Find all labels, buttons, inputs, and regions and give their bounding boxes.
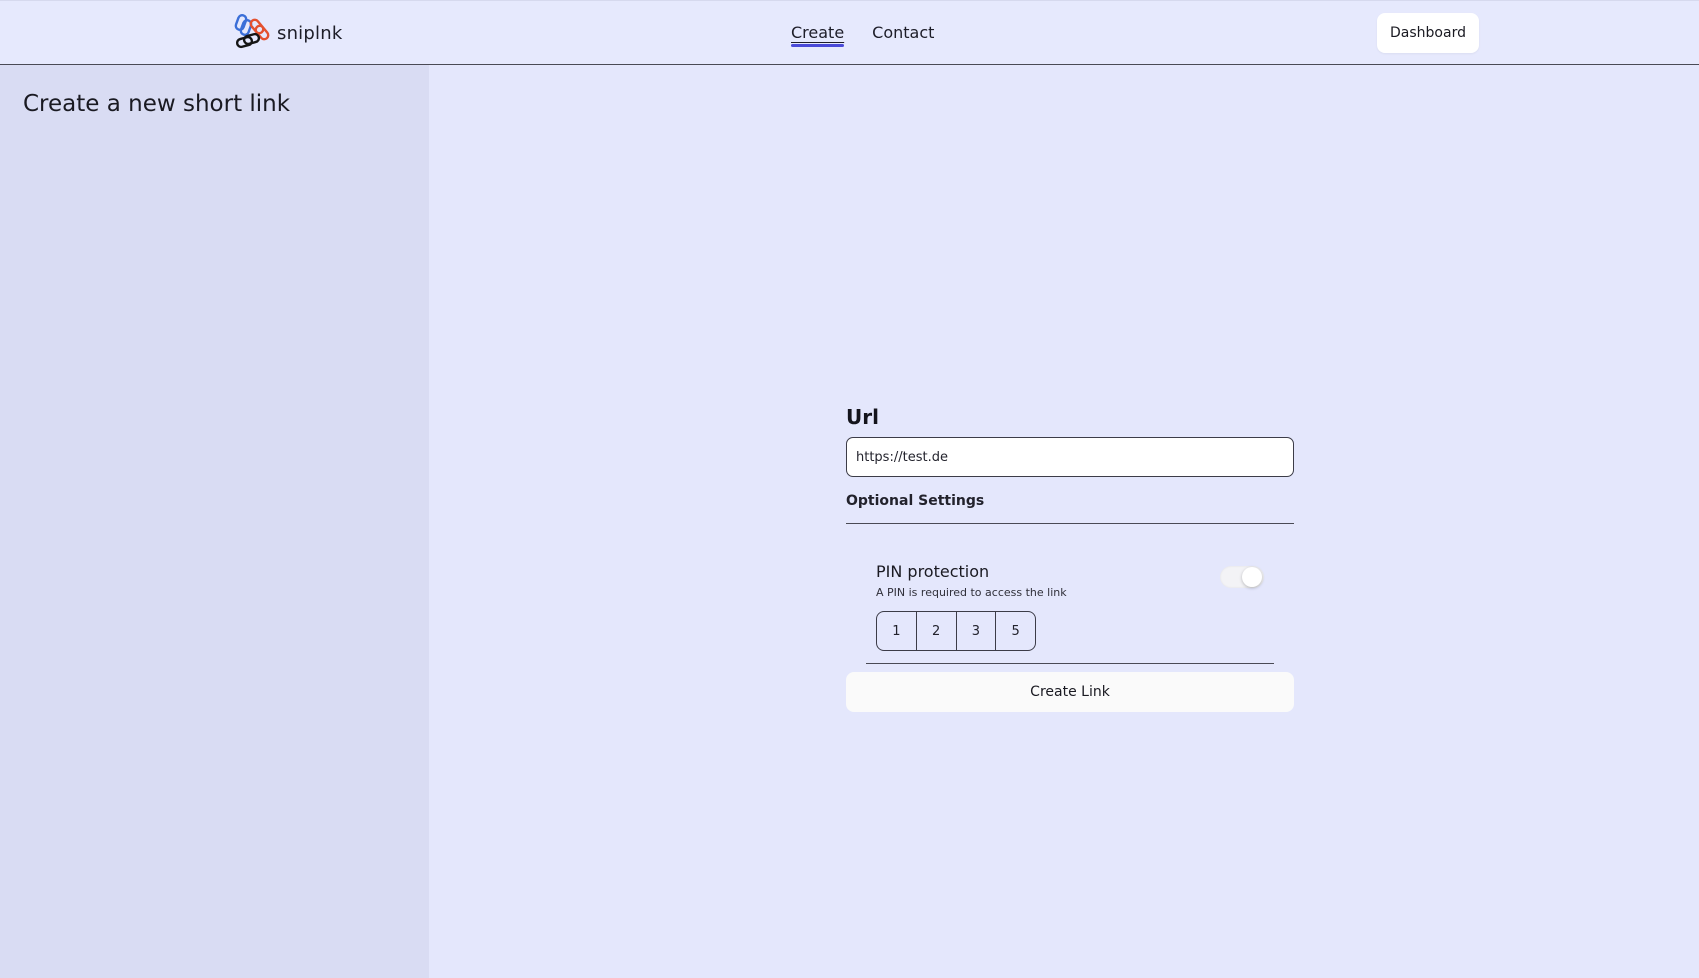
url-label: Url [846,405,879,429]
page-title: Create a new short link [23,91,291,117]
nav-create-link[interactable]: Create [791,23,845,47]
optional-settings-toggle[interactable]: Optional Settings [846,493,1294,524]
pin-protection-section: PIN protection A PIN is required to acce… [866,552,1274,664]
main-nav: Create Contact [791,23,934,47]
toggle-knob [1242,567,1262,587]
pin-digit-2[interactable]: 2 [917,612,957,650]
sidebar-panel: Create a new short link [0,65,429,978]
create-link-form: Url Optional Settings PIN protection A P… [846,405,1294,712]
url-input[interactable] [846,437,1294,477]
pin-digit-1[interactable]: 1 [877,612,917,650]
pin-digit-3[interactable]: 3 [957,612,997,650]
pin-digit-4[interactable]: 5 [996,612,1035,650]
brand-name: sniplnk [277,22,343,44]
dashboard-button[interactable]: Dashboard [1377,13,1479,53]
nav-contact-link[interactable]: Contact [872,23,934,42]
pin-protection-toggle[interactable] [1220,566,1264,588]
top-navbar: sniplnk Create Contact Dashboard [0,0,1699,65]
brand-home-link[interactable]: sniplnk [231,14,342,52]
pin-input-group: 1 2 3 5 [876,611,1036,651]
pin-protection-description: A PIN is required to access the link [876,586,1067,599]
chain-link-icon [234,14,270,49]
pin-protection-title: PIN protection [876,562,990,581]
create-link-button[interactable]: Create Link [846,672,1294,712]
